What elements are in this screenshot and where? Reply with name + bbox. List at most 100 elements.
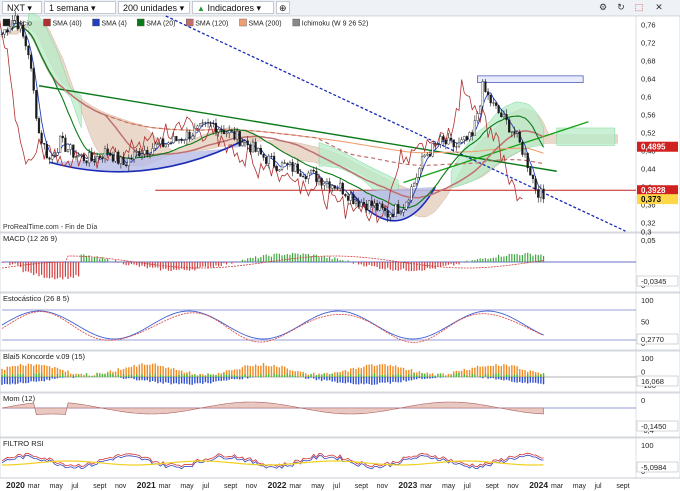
panel-1-tick: 50 [641,318,649,327]
x-tick-label: 2024 [529,480,548,490]
macd-bar [321,256,323,262]
macd-bar [484,258,487,262]
koncorde-green [318,375,320,377]
price-candle [439,136,442,145]
macd-bar [286,254,288,262]
price-candle [447,137,450,145]
price-candle [331,185,334,189]
koncorde-blue [492,377,495,379]
koncorde-blue [191,377,193,385]
koncorde-green [215,374,217,377]
price-candle [185,131,189,141]
price-candle [489,94,492,104]
macd-bar [249,257,251,262]
koncorde-green [326,376,328,377]
koncorde-green [439,373,442,377]
koncorde-green [373,373,376,377]
macd-bar [114,260,117,262]
price-candle [132,151,136,160]
macd-bar [268,255,270,262]
koncorde-green [455,373,458,377]
price-candle [420,156,424,169]
macd-bar [215,262,217,266]
macd-bar [336,258,339,262]
koncorde-green [231,375,233,377]
koncorde-blue [188,377,191,385]
price-candle [140,153,144,157]
price-candle [341,182,344,195]
koncorde-green [450,375,452,377]
koncorde-green [64,376,67,377]
koncorde-blue [17,377,19,384]
koncorde-blue [350,377,352,384]
koncorde-blue [355,377,357,385]
koncorde-green [67,375,69,377]
x-tick-label: jul [201,483,209,490]
macd-bar [17,262,19,265]
koncorde-blue [363,377,365,385]
macd-bar [289,254,291,262]
price-candle [29,54,33,69]
price-candle [53,155,56,157]
price-badge-1: 0,3928 [641,186,666,195]
x-tick-label: 2021 [137,480,156,490]
koncorde-orange [83,374,85,377]
koncorde-blue [154,377,156,382]
koncorde-orange [334,372,336,377]
price-candle [109,152,112,156]
macd-bar [133,262,135,265]
koncorde-blue [51,377,53,379]
macd-bar [260,256,262,262]
koncorde-green [347,376,349,377]
koncorde-green [138,375,141,377]
price-candle [434,143,437,145]
koncorde-green [357,373,360,377]
koncorde-green [320,374,323,377]
koncorde-green [479,375,481,377]
koncorde-green [196,376,199,377]
koncorde-orange [157,365,159,377]
koncorde-orange [246,365,249,377]
koncorde-blue [180,377,183,384]
watermark-text: ProRealTime.com - Fin de Día [3,224,97,231]
koncorde-blue [30,377,32,382]
koncorde-blue [519,377,521,382]
macd-bar [342,260,344,262]
koncorde-blue [508,377,510,381]
price-candle [199,123,202,127]
x-tick-label: mar [28,483,41,490]
price-candle [209,122,212,124]
koncorde-green [392,375,394,377]
panel-4-tick: 100 [641,441,654,450]
koncorde-blue [352,377,355,385]
price-candle [468,132,471,141]
koncorde-blue [183,377,185,384]
koncorde-blue [490,377,492,379]
koncorde-blue [241,377,244,380]
price-candle [360,202,363,207]
panel-title-4: FILTRO RSI [3,439,44,448]
koncorde-orange [468,370,471,377]
koncorde-green [331,373,333,377]
koncorde-blue [305,377,307,379]
macd-bar [252,257,254,262]
price-candle [479,105,482,114]
macd-bar [431,262,434,269]
koncorde-orange [490,365,492,377]
price-candle [275,165,278,172]
koncorde-orange [175,370,178,377]
koncorde-green [104,373,106,377]
koncorde-blue [54,377,56,379]
koncorde-green [310,373,312,377]
macd-bar [144,262,146,267]
macd-bar [14,262,16,264]
macd-bar [453,262,455,266]
koncorde-blue [379,377,381,383]
macd-bar [358,262,360,265]
macd-bar [405,262,407,271]
koncorde-green [191,375,193,377]
price-candle [344,193,347,197]
x-tick-label: jul [332,483,340,490]
macd-bar [463,262,465,263]
koncorde-green [381,375,384,377]
